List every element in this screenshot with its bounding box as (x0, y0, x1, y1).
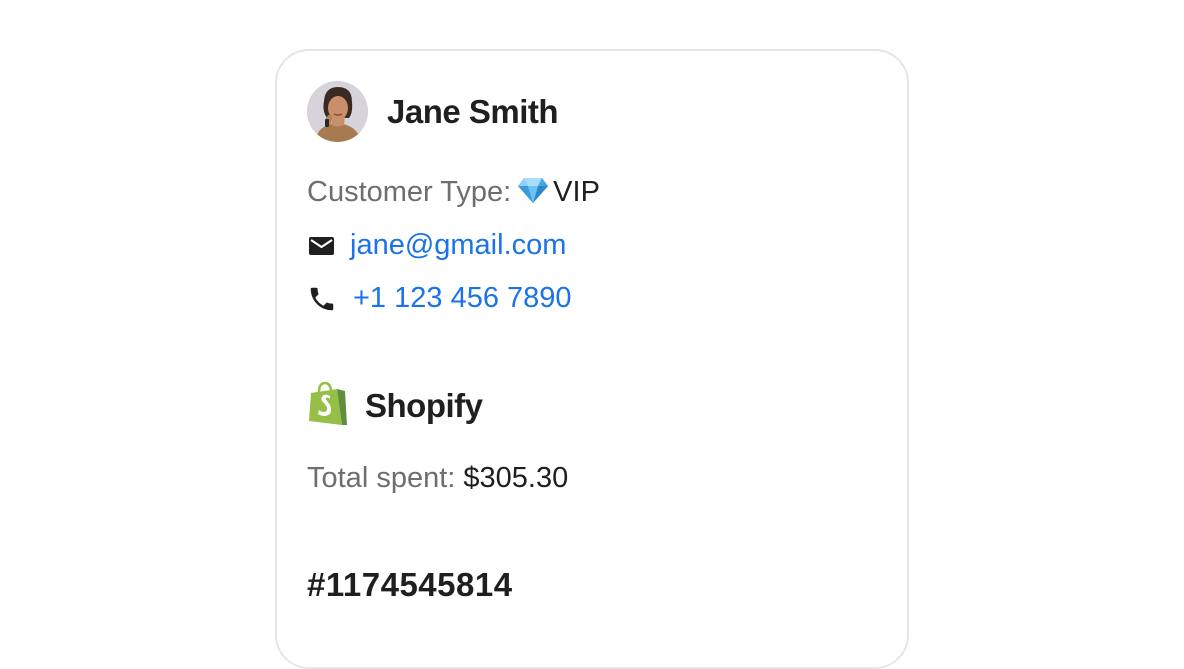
customer-name: Jane Smith (387, 93, 559, 130)
avatar (307, 81, 368, 142)
shopify-bag-icon (307, 381, 349, 427)
total-spent-value: $305.30 (463, 462, 569, 494)
customer-card: Jane Smith Customer Type: VIP jane@gmail… (275, 49, 909, 669)
customer-type-label: Customer Type: (307, 176, 512, 208)
gem-icon (517, 175, 549, 205)
store-name: Shopify (365, 387, 483, 424)
customer-type-value: VIP (553, 176, 600, 208)
phone-icon (307, 284, 337, 314)
customer-type-row: Customer Type: VIP (307, 174, 600, 210)
total-spent-label: Total spent: (307, 462, 456, 494)
total-spent-row: Total spent: $305.30 (307, 460, 568, 496)
mail-icon (307, 231, 337, 261)
phone-link[interactable]: +1 123 456 7890 (353, 280, 572, 316)
email-link[interactable]: jane@gmail.com (350, 227, 566, 263)
order-id[interactable]: #1174545814 (307, 566, 513, 604)
